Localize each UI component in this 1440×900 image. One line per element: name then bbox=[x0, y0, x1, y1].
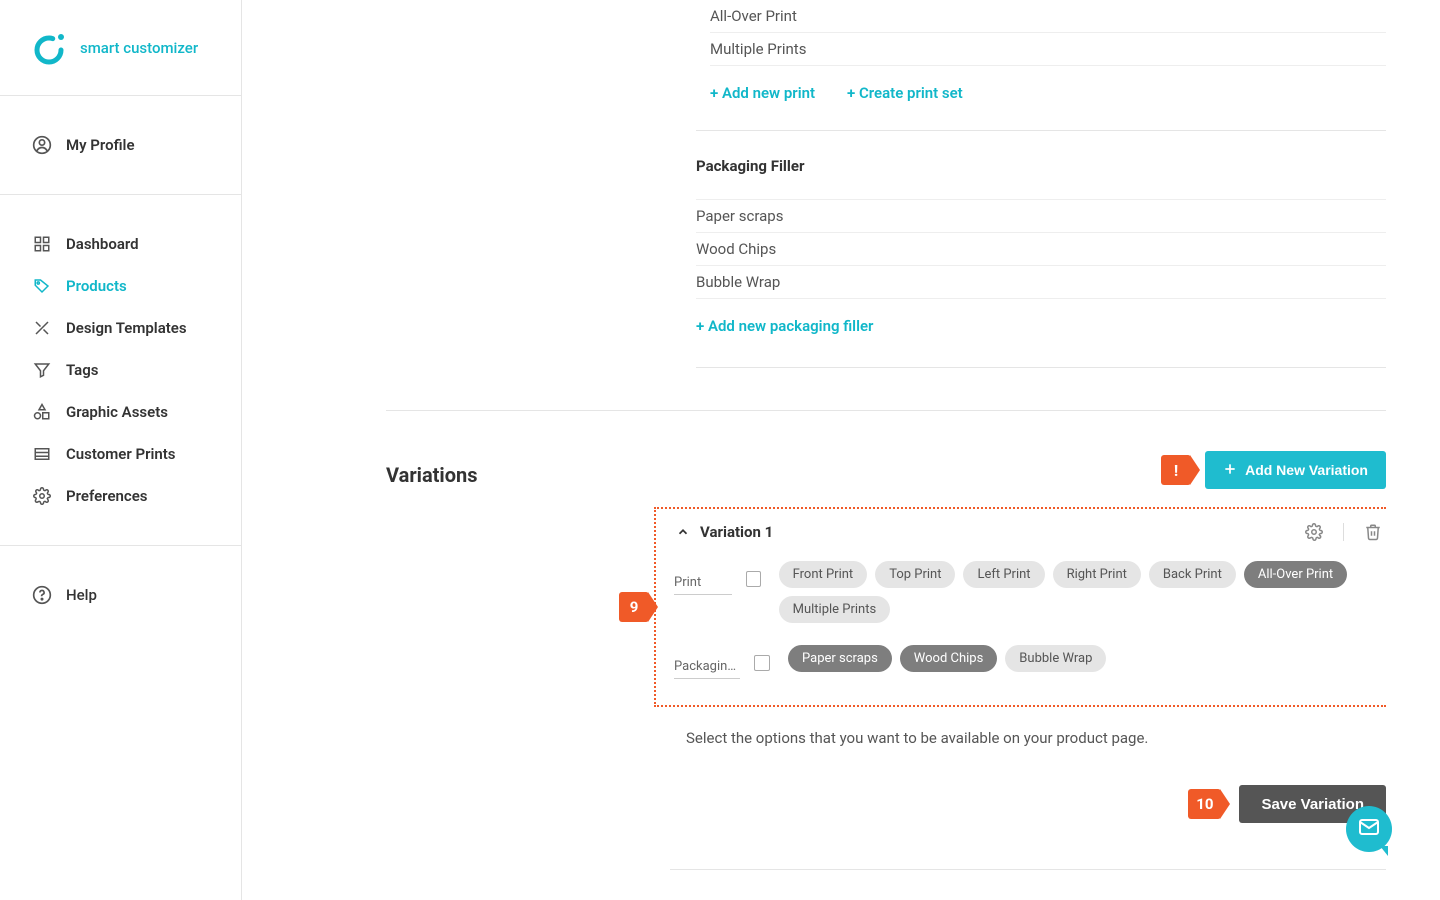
sidebar-item-label: Help bbox=[66, 586, 97, 604]
sidebar-item-label: My Profile bbox=[66, 136, 135, 154]
list-item[interactable]: Wood Chips bbox=[696, 233, 1386, 266]
dashboard-icon bbox=[32, 234, 52, 254]
nav-profile-section: My Profile bbox=[0, 96, 241, 195]
add-new-packaging-filler-link[interactable]: + Add new packaging filler bbox=[696, 317, 873, 335]
chip-paper-scraps[interactable]: Paper scraps bbox=[788, 645, 892, 672]
variation-packaging-row: Packaging … Paper scraps Wood Chips Bubb… bbox=[674, 639, 1386, 695]
nav-main-section: Dashboard Products Design Templates Tags bbox=[0, 195, 241, 546]
section-title: Packaging Filler bbox=[696, 157, 1386, 175]
sidebar-item-my-profile[interactable]: My Profile bbox=[0, 124, 241, 166]
funnel-icon bbox=[32, 360, 52, 380]
variation-print-row: Print Front Print Top Print Left Print R… bbox=[674, 555, 1386, 639]
sidebar-item-label: Tags bbox=[66, 361, 99, 379]
list-item[interactable]: Multiple Prints bbox=[710, 33, 1386, 66]
chat-fab[interactable] bbox=[1346, 806, 1392, 852]
sidebar-item-dashboard[interactable]: Dashboard bbox=[0, 223, 241, 265]
add-new-print-link[interactable]: + Add new print bbox=[710, 84, 815, 102]
chevron-up-icon bbox=[674, 523, 692, 541]
chip-multiple-prints[interactable]: Multiple Prints bbox=[779, 596, 891, 623]
sidebar-item-label: Graphic Assets bbox=[66, 403, 168, 421]
attr-label: Print bbox=[674, 561, 732, 595]
chip-bubble-wrap[interactable]: Bubble Wrap bbox=[1005, 645, 1106, 672]
sidebar-item-label: Customer Prints bbox=[66, 445, 176, 463]
list-item[interactable]: Bubble Wrap bbox=[696, 266, 1386, 299]
button-label: Add New Variation bbox=[1245, 462, 1368, 478]
list-item[interactable]: Paper scraps bbox=[696, 199, 1386, 233]
print-chips: Front Print Top Print Left Print Right P… bbox=[779, 561, 1386, 623]
variation-settings-button[interactable] bbox=[1305, 523, 1323, 541]
sidebar-item-label: Design Templates bbox=[66, 319, 187, 337]
sidebar-item-design-templates[interactable]: Design Templates bbox=[0, 307, 241, 349]
sidebar-item-label: Preferences bbox=[66, 487, 148, 505]
mail-icon bbox=[1357, 815, 1381, 843]
variation-delete-button[interactable] bbox=[1364, 523, 1382, 541]
divider bbox=[1343, 523, 1344, 541]
sidebar-item-customer-prints[interactable]: Customer Prints bbox=[0, 433, 241, 475]
profile-icon bbox=[32, 135, 52, 155]
sidebar-item-preferences[interactable]: Preferences bbox=[0, 475, 241, 517]
sidebar-item-products[interactable]: Products bbox=[0, 265, 241, 307]
variation-callout-box: 9 Variation 1 bbox=[654, 507, 1386, 707]
sidebar-item-label: Products bbox=[66, 277, 127, 295]
sidebar-item-graphic-assets[interactable]: Graphic Assets bbox=[0, 391, 241, 433]
print-options-list: All-Over Print Multiple Prints + Add new… bbox=[710, 0, 1386, 110]
sidebar-item-tags[interactable]: Tags bbox=[0, 349, 241, 391]
logo[interactable]: smart customizer bbox=[0, 0, 241, 96]
variation-title: Variation 1 bbox=[700, 523, 773, 541]
callout-marker-alert: ! bbox=[1161, 455, 1191, 485]
chip-all-over-print[interactable]: All-Over Print bbox=[1244, 561, 1347, 588]
attr-label: Packaging … bbox=[674, 645, 740, 679]
plus-icon bbox=[1223, 462, 1237, 479]
sidebar: smart customizer My Profile Dashboard bbox=[0, 0, 242, 900]
print-select-all-checkbox[interactable] bbox=[746, 571, 760, 587]
add-new-variation-button[interactable]: Add New Variation bbox=[1205, 451, 1386, 489]
variations-section: Variations ! Add New Variation 9 bbox=[386, 451, 1386, 870]
tag-icon bbox=[32, 276, 52, 296]
shapes-icon bbox=[32, 402, 52, 422]
design-icon bbox=[32, 318, 52, 338]
packaging-chips: Paper scraps Wood Chips Bubble Wrap bbox=[788, 645, 1106, 672]
packaging-filler-section: Packaging Filler Paper scraps Wood Chips… bbox=[696, 130, 1386, 378]
create-print-set-link[interactable]: + Create print set bbox=[847, 84, 963, 102]
chip-front-print[interactable]: Front Print bbox=[779, 561, 868, 588]
sidebar-item-help[interactable]: Help bbox=[0, 574, 241, 616]
chip-wood-chips[interactable]: Wood Chips bbox=[900, 645, 998, 672]
sidebar-item-label: Dashboard bbox=[66, 235, 139, 253]
section-heading: Variations bbox=[386, 463, 654, 487]
nav-help-section: Help bbox=[0, 546, 241, 644]
packaging-select-all-checkbox[interactable] bbox=[754, 655, 770, 671]
chat-tail-icon bbox=[1380, 846, 1388, 856]
chip-back-print[interactable]: Back Print bbox=[1149, 561, 1236, 588]
gear-icon bbox=[32, 486, 52, 506]
prints-icon bbox=[32, 444, 52, 464]
variation-help-text: Select the options that you want to be a… bbox=[686, 729, 1386, 747]
callout-marker-9: 9 bbox=[619, 592, 649, 622]
main-content: All-Over Print Multiple Prints + Add new… bbox=[242, 0, 1440, 900]
brand-name: smart customizer bbox=[80, 39, 198, 57]
chip-left-print[interactable]: Left Print bbox=[963, 561, 1044, 588]
variation-header[interactable]: Variation 1 bbox=[674, 519, 1386, 555]
help-icon bbox=[32, 585, 52, 605]
brand-logo-icon bbox=[32, 30, 68, 66]
chip-right-print[interactable]: Right Print bbox=[1053, 561, 1141, 588]
list-item[interactable]: All-Over Print bbox=[710, 0, 1386, 33]
callout-marker-10: 10 bbox=[1188, 789, 1221, 819]
chip-top-print[interactable]: Top Print bbox=[875, 561, 955, 588]
